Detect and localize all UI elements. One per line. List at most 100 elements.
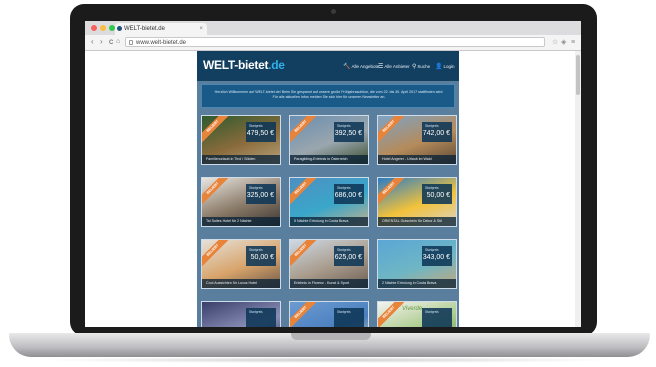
menu-search[interactable]: ⚲ Suche [412,63,430,70]
price-box: Startpreis [246,308,276,327]
offer-card[interactable]: BELIEBT Startpreis 686,00 € 5 Nächte Erh… [289,177,369,227]
popular-ribbon: BELIEBT [378,302,409,327]
url-text: www.welt-bietet.de [136,40,187,46]
camera-icon [331,9,336,14]
tab-close-icon[interactable]: × [199,23,203,35]
scrollbar[interactable] [575,51,581,327]
popular-ribbon: BELIEBT [202,178,233,208]
price-box: Startpreis [422,308,452,327]
search-icon: ⚲ [412,64,417,70]
offer-title: Paragliding-Erlebnis in Österreich [290,155,368,164]
list-icon: ☰ [378,64,384,70]
url-field[interactable]: www.welt-bietet.de [125,37,545,47]
close-window-button[interactable] [91,25,97,31]
offer-title: 2 Nächte Erholung in Costa Brava [378,279,456,288]
offer-card[interactable]: BELIEBT Startpreis 325,00 € Tal Suites H… [201,177,281,227]
offer-card[interactable]: BELIEBT Startpreis 625,00 € Erlebnis in … [289,239,369,289]
price-value: 686,00 € [334,192,362,199]
price-label: Startpreis [337,124,351,128]
price-box: Startpreis 343,00 € [422,246,452,266]
price-box: Startpreis 479,50 € [246,122,276,142]
offer-title: 5 Nächte Erholung in Costa Brava [290,217,368,226]
price-box: Startpreis 50,00 € [422,184,452,204]
offer-title: Familienurlaub in Tirol / Sölden [202,155,280,164]
price-box: Startpreis 742,00 € [422,122,452,142]
price-box: Startpreis 325,00 € [246,184,276,204]
popular-ribbon: BELIEBT [202,116,233,146]
price-label: Startpreis [337,186,351,190]
offer-card[interactable]: BELIEBT Startpreis 742,00 € Hotel Angere… [377,115,457,165]
popular-ribbon: BELIEBT [290,302,321,327]
price-label: Startpreis [337,310,351,314]
price-value: 50,00 € [426,192,450,199]
price-box: Startpreis 625,00 € [334,246,364,266]
browser-tabbar: WELT-bietet.de × [85,21,581,35]
back-button[interactable]: ‹ [91,37,94,47]
price-label: Startpreis [249,310,263,314]
window-controls [91,25,115,31]
offer-card[interactable]: Viverde BELIEBT Startpreis [377,301,457,327]
price-label: Startpreis [425,124,439,128]
tab-title: WELT-bietet.de [124,26,165,32]
favicon-icon [117,26,122,31]
price-box: Startpreis 50,00 € [246,246,276,266]
price-value: 343,00 € [422,254,450,261]
laptop-notch [291,333,371,340]
extension-icon[interactable]: ◈ [561,38,566,47]
popular-ribbon: BELIEBT [378,178,409,208]
offer-card[interactable]: Startpreis 343,00 € 2 Nächte Erholung in… [377,239,457,289]
price-box: Startpreis 392,50 € [334,122,364,142]
browser-tab[interactable]: WELT-bietet.de × [115,23,207,35]
price-value: 50,00 € [250,254,274,261]
offer-card[interactable]: Startpreis [201,301,281,327]
price-label: Startpreis [249,124,263,128]
laptop-shadow [40,357,616,363]
laptop-screen: WELT-bietet.de × ‹ › C ⌂ www.welt-bietet… [85,21,581,327]
reload-button[interactable]: C [109,38,113,48]
offer-title: Cool Aussichten für Luxus Hotel [202,279,280,288]
minimize-window-button[interactable] [100,25,106,31]
price-value: 625,00 € [334,254,362,261]
site-container: WELT-bietet.de 🔨 Alle Angebote ☰ Alle An… [197,51,459,327]
offer-logo: Viverde [402,306,423,312]
popular-ribbon: BELIEBT [378,116,409,146]
bookmark-star-icon[interactable]: ☆ [552,38,558,47]
price-value: 392,50 € [334,130,362,137]
offer-card[interactable]: BELIEBT Startpreis 479,50 € Familienurla… [201,115,281,165]
price-label: Startpreis [337,248,351,252]
menu-all-providers[interactable]: ☰ Alle Anbieter [378,63,410,70]
address-bar-row: ‹ › C ⌂ www.welt-bietet.de ☆ ◈ ≡ [85,35,581,51]
offer-card[interactable]: BELIEBT Startpreis 50,00 € ORIENTAL Guts… [377,177,457,227]
menu-login[interactable]: 👤 Login [435,63,455,70]
price-box: Startpreis [334,308,364,327]
site-header: WELT-bietet.de 🔨 Alle Angebote ☰ Alle An… [197,51,459,81]
price-label: Startpreis [425,248,439,252]
price-label: Startpreis [425,310,439,314]
price-value: 742,00 € [422,130,450,137]
popular-ribbon: BELIEBT [202,240,233,270]
menu-all-offers[interactable]: 🔨 Alle Angebote [343,63,379,70]
menu-icon[interactable]: ≡ [571,38,575,47]
offer-card[interactable]: BELIEBT Startpreis 392,50 € Paragliding-… [289,115,369,165]
forward-button[interactable]: › [100,37,103,47]
offer-card[interactable]: BELIEBT Startpreis 50,00 € Cool Aussicht… [201,239,281,289]
scroll-thumb[interactable] [576,55,580,95]
price-label: Startpreis [249,248,263,252]
offer-title: Tal Suites Hotel für 2 Nächte [202,217,280,226]
offer-card[interactable]: BELIEBT Startpreis [289,301,369,327]
home-button[interactable]: ⌂ [116,37,120,47]
page-viewport: WELT-bietet.de 🔨 Alle Angebote ☰ Alle An… [85,51,581,327]
popular-ribbon: BELIEBT [290,178,321,208]
offer-title: ORIENTAL Gutschein für Dekor & Stil [378,217,456,226]
offer-title: Hotel Angerer - Urlaub im Wald [378,155,456,164]
price-value: 479,50 € [246,130,274,137]
welcome-banner: Herzlich Willkommen auf WELT-bietet.de! … [201,84,455,108]
site-logo[interactable]: WELT-bietet.de [203,58,285,72]
user-icon: 👤 [435,64,443,70]
popular-ribbon: BELIEBT [290,240,321,270]
popular-ribbon: BELIEBT [290,116,321,146]
welcome-text: Herzlich Willkommen auf WELT-bietet.de! … [214,90,444,100]
price-box: Startpreis 686,00 € [334,184,364,204]
price-value: 325,00 € [246,192,274,199]
page-icon [129,40,133,45]
